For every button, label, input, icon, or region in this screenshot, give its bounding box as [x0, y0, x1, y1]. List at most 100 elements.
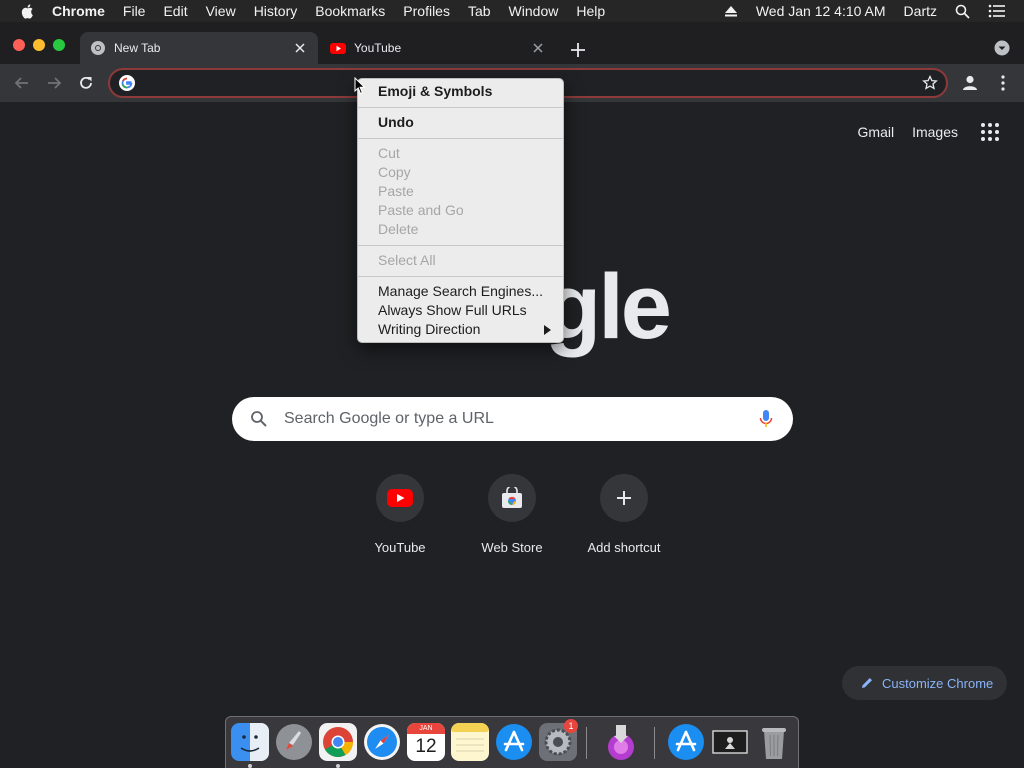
window-close-button[interactable] [13, 39, 25, 51]
menu-item-manage-search-engines[interactable]: Manage Search Engines... [378, 282, 543, 301]
menu-profiles[interactable]: Profiles [403, 3, 450, 19]
menu-item-select-all: Select All [378, 252, 436, 268]
plus-icon [617, 491, 631, 505]
menu-separator [358, 276, 563, 277]
web-store-icon [502, 487, 522, 508]
pencil-icon [862, 678, 872, 688]
menu-item-paste: Paste [378, 183, 414, 199]
search-placeholder[interactable]: Search Google or type a URL [284, 397, 494, 441]
eject-icon[interactable] [724, 5, 738, 17]
apple-icon[interactable] [20, 3, 36, 19]
menu-separator [358, 138, 563, 139]
bookmark-star-icon[interactable] [922, 75, 938, 91]
tab-search-chevron-icon[interactable] [994, 40, 1010, 56]
gmail-link[interactable]: Gmail [858, 124, 895, 140]
tab-strip: New Tab YouTube [0, 22, 1024, 64]
control-center-icon[interactable] [988, 4, 1006, 18]
shortcut-label: YouTube [374, 540, 426, 555]
tab-close-icon[interactable] [292, 40, 308, 56]
menu-item-delete: Delete [378, 221, 419, 237]
running-indicator [248, 764, 252, 768]
dock-separator [654, 727, 655, 759]
shortcut-add[interactable]: Add shortcut [568, 472, 680, 562]
profile-icon[interactable] [960, 73, 980, 93]
menu-bookmarks[interactable]: Bookmarks [315, 3, 385, 19]
shortcut-label: Web Store [481, 540, 543, 555]
safari-icon[interactable] [363, 723, 401, 761]
microphone-icon[interactable] [759, 409, 773, 429]
tab-youtube[interactable]: YouTube [320, 32, 556, 64]
menu-item-always-show-full-urls[interactable]: Always Show Full URLs [378, 301, 527, 320]
images-link[interactable]: Images [912, 124, 958, 140]
app-store-icon[interactable] [495, 723, 533, 761]
calendar-icon[interactable]: JAN 12 [407, 723, 445, 761]
reload-icon[interactable] [77, 74, 95, 92]
spotlight-search-icon[interactable] [955, 4, 970, 19]
app-store-icon[interactable] [667, 723, 705, 761]
back-icon[interactable] [13, 74, 31, 92]
shortcut-tile[interactable] [488, 474, 536, 522]
menu-item-emoji-symbols[interactable]: Emoji & Symbols [378, 82, 492, 101]
menu-item-paste-and-go: Paste and Go [378, 202, 464, 218]
macos-menu-bar: Chrome File Edit View History Bookmarks … [0, 0, 1024, 22]
macos-dock: JAN 12 1 [225, 716, 799, 768]
downloads-stack-icon[interactable] [602, 723, 640, 761]
submenu-arrow-icon [544, 325, 551, 335]
chrome-icon [91, 41, 105, 55]
menubar-user[interactable]: Dartz [904, 3, 937, 19]
shortcut-tile[interactable] [376, 474, 424, 522]
menu-separator [358, 107, 563, 108]
menu-app-name[interactable]: Chrome [52, 3, 105, 19]
menu-separator [358, 245, 563, 246]
menu-view[interactable]: View [206, 3, 236, 19]
menu-window[interactable]: Window [509, 3, 559, 19]
window-minimize-button[interactable] [33, 39, 45, 51]
search-icon [251, 411, 267, 427]
customize-label: Customize Chrome [882, 675, 994, 691]
trash-icon[interactable] [755, 723, 793, 761]
youtube-icon [387, 489, 413, 507]
finder-icon[interactable] [231, 723, 269, 761]
google-apps-grid-icon[interactable] [980, 122, 1000, 142]
calendar-day: 12 [415, 736, 437, 757]
dock-separator [586, 727, 587, 759]
menubar-status-area: Wed Jan 12 4:10 AM Dartz [724, 0, 1024, 22]
shortcuts-grid: YouTube Web Store Add shortcut [344, 472, 680, 562]
menubar-clock[interactable]: Wed Jan 12 4:10 AM [756, 3, 886, 19]
chrome-icon[interactable] [319, 723, 357, 761]
menu-item-writing-direction[interactable]: Writing Direction [378, 320, 480, 339]
notification-badge: 1 [564, 719, 578, 733]
window-zoom-button[interactable] [53, 39, 65, 51]
notes-icon[interactable] [451, 723, 489, 761]
launchpad-icon[interactable] [275, 723, 313, 761]
mouse-cursor-icon [354, 77, 366, 95]
shortcut-tile[interactable] [600, 474, 648, 522]
tab-close-icon[interactable] [530, 40, 546, 56]
tab-title: New Tab [114, 41, 161, 55]
shortcut-label: Add shortcut [587, 540, 661, 555]
menu-tab[interactable]: Tab [468, 3, 491, 19]
menu-item-cut: Cut [378, 145, 400, 161]
screenshot-icon[interactable] [711, 723, 749, 761]
youtube-icon [330, 43, 346, 54]
customize-chrome-button[interactable]: Customize Chrome [842, 666, 1007, 700]
tab-title: YouTube [354, 41, 402, 55]
menu-edit[interactable]: Edit [163, 3, 187, 19]
menu-item-undo[interactable]: Undo [378, 113, 414, 132]
search-box[interactable]: Search Google or type a URL [232, 397, 793, 441]
menu-file[interactable]: File [123, 3, 146, 19]
menu-kebab-icon[interactable] [996, 73, 1010, 93]
omnibox-context-menu: Emoji & Symbols Undo Cut Copy Paste Past… [357, 78, 564, 343]
new-tab-plus-icon[interactable] [568, 40, 588, 60]
tab-new-tab[interactable]: New Tab [80, 32, 318, 64]
menu-help[interactable]: Help [576, 3, 605, 19]
shortcut-youtube[interactable]: YouTube [344, 472, 456, 562]
running-indicator [336, 764, 340, 768]
menu-item-copy: Copy [378, 164, 411, 180]
header-links: Gmail Images [858, 122, 1024, 142]
shortcut-web-store[interactable]: Web Store [456, 472, 568, 562]
forward-icon[interactable] [45, 74, 63, 92]
menu-history[interactable]: History [254, 3, 298, 19]
google-g-icon [119, 75, 135, 91]
calendar-month: JAN [407, 723, 445, 734]
